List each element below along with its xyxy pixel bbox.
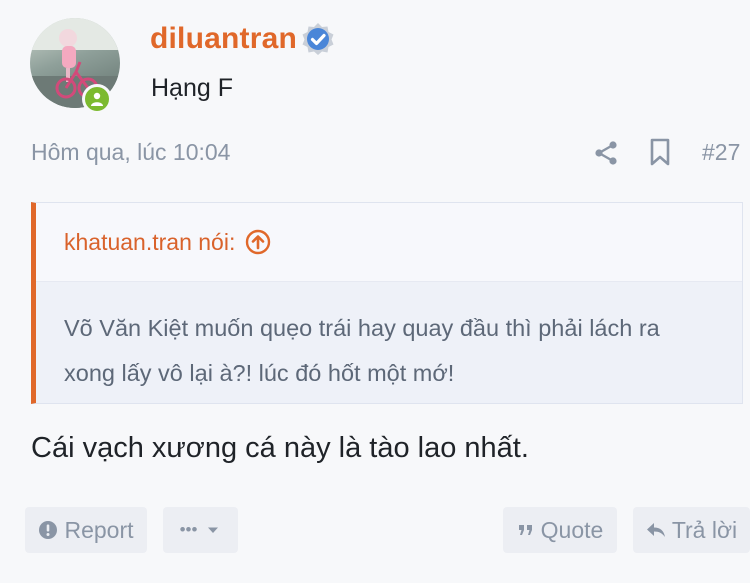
report-label: Report — [64, 516, 134, 543]
verified-badge-icon — [302, 23, 334, 55]
share-icon[interactable] — [592, 139, 620, 167]
quote-author-link[interactable]: khatuan.tran nói: — [64, 229, 235, 256]
bookmark-icon[interactable] — [648, 138, 672, 166]
quote-text: Võ Văn Kiệt muốn quẹo trái hay quay đầu … — [64, 315, 660, 386]
caret-down-icon — [208, 527, 219, 533]
quote-mark-icon — [518, 525, 532, 535]
quote-button[interactable]: Quote — [503, 507, 617, 553]
arrow-up-circle-icon[interactable] — [245, 229, 271, 255]
user-online-icon — [82, 84, 112, 114]
post-number-link[interactable]: #27 — [702, 139, 740, 166]
more-options-button[interactable]: ••• — [163, 507, 238, 553]
reply-button[interactable]: Trả lời — [633, 507, 750, 553]
report-button[interactable]: Report — [25, 507, 147, 553]
post-message: Cái vạch xương cá này là tào lao nhất. — [31, 432, 529, 464]
alert-circle-icon — [39, 521, 58, 539]
reply-arrow-icon — [646, 523, 665, 537]
quote-label: Quote — [540, 516, 604, 543]
post-date[interactable]: Hôm qua, lúc 10:04 — [31, 139, 230, 166]
user-rank: Hạng F — [151, 74, 233, 102]
quote-header: khatuan.tran nói: — [36, 203, 742, 282]
reply-label: Trả lời — [671, 516, 738, 543]
ellipsis-icon: ••• — [179, 520, 198, 539]
author-username[interactable]: diluantran — [150, 22, 297, 56]
forum-post: diluantran Hạng F Hôm qua, lúc 10:04 #27… — [0, 0, 750, 583]
quote-block: khatuan.tran nói: Võ Văn Kiệt muốn quẹo … — [31, 202, 743, 404]
